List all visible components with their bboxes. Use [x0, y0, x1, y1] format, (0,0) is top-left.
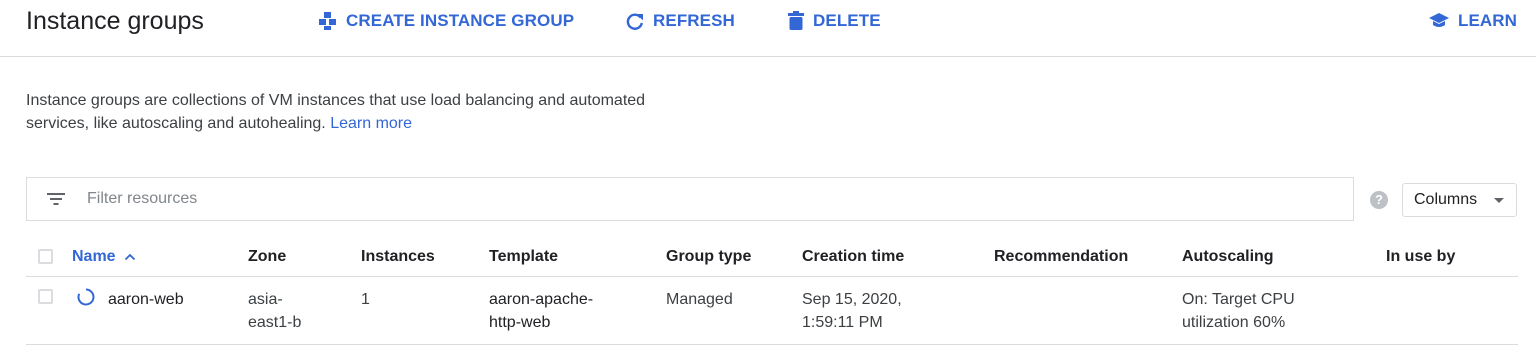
help-icon[interactable]: ? [1370, 191, 1388, 209]
columns-dropdown[interactable]: Columns [1402, 183, 1517, 217]
cell-creation-time: Sep 15, 2020, 1:59:11 PM [802, 291, 902, 331]
column-header-in-use-by: In use by [1386, 248, 1456, 265]
column-header-autoscaling: Autoscaling [1182, 248, 1274, 265]
cell-group-type: Managed [666, 291, 733, 308]
delete-label: DELETE [813, 11, 881, 30]
cell-zone: asia-east1-b [248, 291, 302, 331]
chevron-down-icon [1494, 198, 1504, 203]
page-title: Instance groups [26, 7, 204, 35]
instance-group-name-link[interactable]: aaron-web [108, 288, 184, 311]
page-header: Instance groups CREATE INSTANCE GROUP RE… [0, 0, 1536, 57]
column-header-instances: Instances [361, 248, 435, 265]
learn-more-link[interactable]: Learn more [330, 115, 412, 132]
filter-bar [26, 177, 1354, 221]
learn-button[interactable]: LEARN [1428, 8, 1517, 34]
trash-icon [788, 11, 804, 30]
create-group-icon [319, 12, 336, 30]
columns-label: Columns [1414, 191, 1478, 208]
table-row: aaron-web asia-east1-b 1 aaron-apache-ht… [26, 277, 1518, 345]
delete-button[interactable]: DELETE [787, 8, 881, 34]
learn-label: LEARN [1458, 11, 1518, 30]
cell-instances: 1 [361, 291, 370, 308]
refresh-icon [626, 13, 643, 30]
filter-icon [47, 193, 65, 205]
create-instance-group-button[interactable]: CREATE INSTANCE GROUP [318, 8, 574, 34]
column-header-creation-time: Creation time [802, 248, 905, 265]
refresh-button[interactable]: REFRESH [625, 8, 735, 34]
column-header-name[interactable]: Name [72, 248, 136, 266]
select-all-checkbox[interactable] [38, 249, 53, 264]
filter-input[interactable] [85, 189, 1289, 209]
refresh-label: REFRESH [653, 11, 735, 30]
template-link[interactable]: aaron-apache-http-web [489, 288, 619, 334]
table-header: Name Zone Instances Template Group type … [26, 237, 1518, 277]
column-header-zone: Zone [248, 248, 287, 265]
column-header-name-label: Name [72, 248, 116, 265]
column-header-template: Template [489, 248, 559, 265]
row-checkbox[interactable] [38, 289, 53, 304]
loading-spinner-icon [77, 288, 95, 306]
cell-autoscaling: On: Target CPU utilization 60% [1182, 291, 1295, 331]
school-icon [1429, 13, 1449, 27]
create-instance-group-label: CREATE INSTANCE GROUP [346, 11, 575, 30]
page-description: Instance groups are collections of VM in… [26, 89, 646, 135]
column-header-recommendation: Recommendation [994, 248, 1129, 265]
sort-ascending-icon [124, 253, 135, 261]
column-header-group-type: Group type [666, 248, 752, 265]
